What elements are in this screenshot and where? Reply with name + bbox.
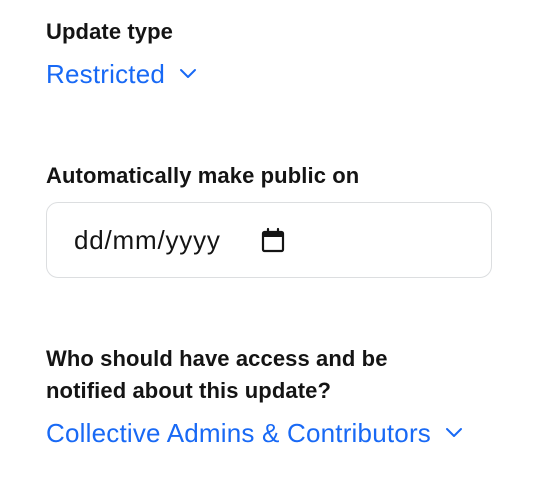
update-type-label: Update type	[46, 19, 174, 44]
access-select[interactable]: Collective Admins & Contributors	[46, 416, 463, 450]
chevron-down-icon	[445, 427, 463, 439]
public-date-input[interactable]: dd/mm/yyyy	[46, 202, 492, 278]
access-section: Who should have access and be notified a…	[46, 343, 466, 450]
auto-public-label: Automatically make public on	[46, 163, 360, 188]
update-type-value: Restricted	[46, 59, 166, 89]
calendar-icon[interactable]	[261, 227, 285, 253]
access-value: Collective Admins & Contributors	[46, 418, 431, 448]
chevron-down-icon	[179, 68, 197, 80]
access-label: Who should have access and be notified a…	[46, 346, 388, 403]
update-type-section: Update type Restricted	[46, 16, 197, 91]
update-type-select[interactable]: Restricted	[46, 57, 197, 91]
date-input-value: dd/mm/yyyy	[74, 224, 221, 255]
auto-public-section: Automatically make public on dd/mm/yyyy	[46, 160, 492, 278]
